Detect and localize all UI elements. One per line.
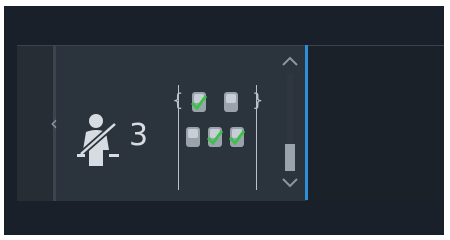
card-left-rail [17, 46, 53, 201]
seat-map: { } [172, 85, 264, 190]
adjacent-panel[interactable] [308, 45, 444, 200]
scroll-thumb[interactable] [285, 144, 295, 171]
seat-front-right [224, 92, 238, 112]
seat-rear-middle [206, 127, 224, 147]
seat-rear-left [186, 127, 200, 147]
seat-rear-right [228, 127, 246, 147]
occupant-count: 3 [129, 118, 149, 153]
seat-front-left [190, 92, 208, 112]
right-brace: } [252, 90, 264, 111]
scrollbar[interactable] [278, 52, 302, 192]
chevron-up-icon[interactable] [280, 54, 300, 68]
left-brace: { [172, 90, 184, 111]
chevron-down-icon[interactable] [280, 176, 300, 190]
seatbelt-person-icon [77, 114, 119, 166]
panel-top-divider [308, 45, 444, 46]
screenshot-frame: ‹ 3 { } [0, 0, 450, 240]
notch-icon: ‹ [50, 111, 58, 135]
